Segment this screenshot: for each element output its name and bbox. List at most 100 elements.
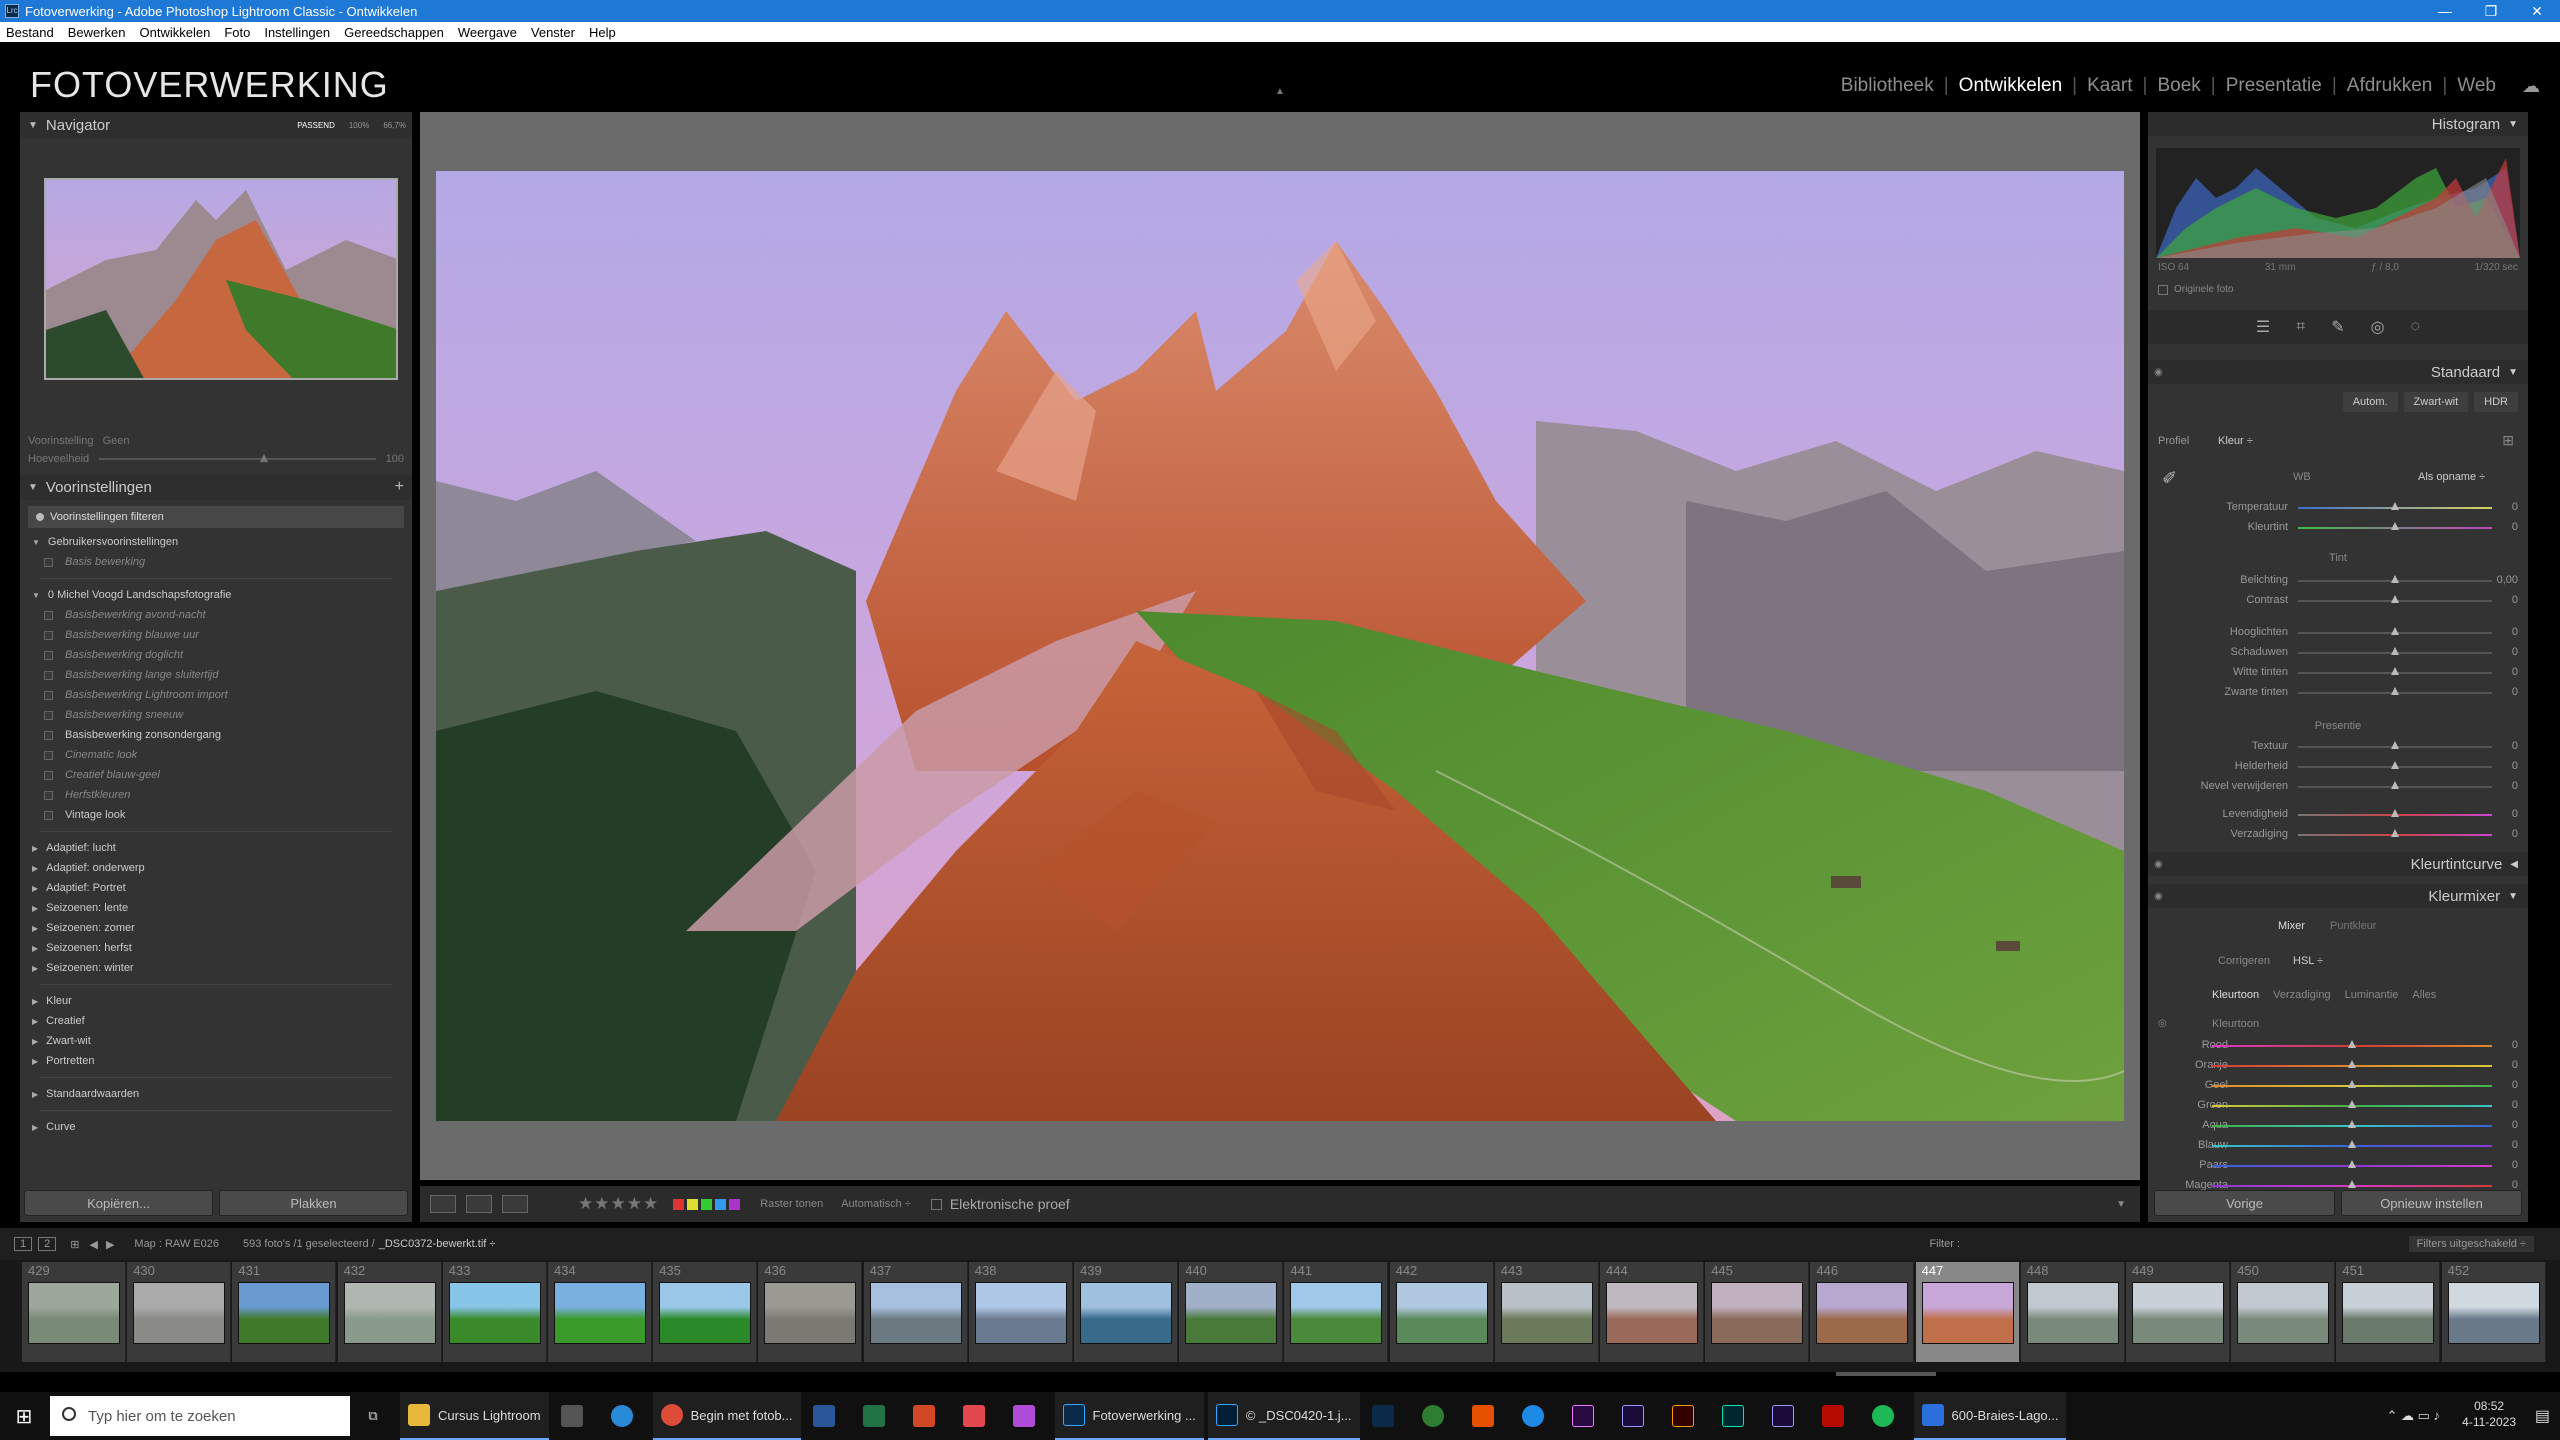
- preset-group[interactable]: ▼ 0 Michel Voogd Landschapsfotografie: [32, 585, 412, 605]
- taskbar-app-spotify[interactable]: [1864, 1392, 1910, 1440]
- taskbar-app-image-viewer[interactable]: 600-Braies-Lago...: [1913, 1392, 2067, 1440]
- preset-item[interactable]: Basisbewerking lange sluitertijd: [32, 665, 412, 685]
- compare-view-button[interactable]: [466, 1195, 492, 1213]
- slider-knob[interactable]: [2348, 1180, 2356, 1188]
- hue-slider-6[interactable]: Blauw0: [2148, 1137, 2528, 1155]
- back-arrow-icon[interactable]: ◀: [89, 1238, 97, 1251]
- soft-proof-checkbox[interactable]: [930, 1198, 942, 1210]
- filmstrip-thumbnail[interactable]: 442: [1389, 1262, 1494, 1362]
- hue-slider-7[interactable]: Paars0: [2148, 1157, 2528, 1175]
- taskbar-app-creative-cloud[interactable]: [955, 1392, 1001, 1440]
- slider-6[interactable]: Schaduwen 0: [2148, 644, 2528, 662]
- expand-triangle-icon[interactable]: ▶: [32, 904, 38, 913]
- menu-venster[interactable]: Venster: [531, 25, 575, 40]
- navigator-preview[interactable]: [44, 178, 398, 380]
- module-ontwikkelen[interactable]: Ontwikkelen: [1959, 75, 2063, 97]
- expand-triangle-icon[interactable]: ▶: [32, 997, 38, 1006]
- wb-dropdown[interactable]: Als opname ÷: [2418, 471, 2485, 483]
- task-view-icon[interactable]: ⧉: [350, 1408, 396, 1424]
- expand-triangle-icon[interactable]: ▶: [32, 1017, 38, 1026]
- presets-header[interactable]: ▼ Voorinstellingen +: [20, 474, 412, 500]
- slider-2[interactable]: Kleurtint 0: [2148, 519, 2528, 537]
- expand-triangle-icon[interactable]: ▶: [32, 864, 38, 873]
- taskbar-app-g[interactable]: [1464, 1392, 1510, 1440]
- preset-item[interactable]: Basisbewerking blauwe uur: [32, 625, 412, 645]
- taskbar-app-lightroom[interactable]: Fotoverwerking ...: [1054, 1392, 1204, 1440]
- histogram-header[interactable]: Histogram ▼: [2148, 112, 2528, 136]
- mixer-tab[interactable]: Mixer: [2278, 920, 2305, 932]
- menu-foto[interactable]: Foto: [224, 25, 250, 40]
- expand-triangle-icon[interactable]: ▶: [32, 944, 38, 953]
- adjust-dropdown[interactable]: HSL ÷: [2293, 955, 2323, 967]
- taskbar-app-excel[interactable]: [855, 1392, 901, 1440]
- main-photo[interactable]: [436, 171, 2124, 1121]
- hue-slider-4[interactable]: Groen0: [2148, 1097, 2528, 1115]
- taskbar-search[interactable]: Typ hier om te zoeken: [50, 1396, 350, 1436]
- preset-group[interactable]: ▶ Kleur: [32, 991, 412, 1011]
- filmstrip-thumbnail[interactable]: 446: [1810, 1262, 1915, 1362]
- monitor-1-button[interactable]: 1: [14, 1237, 33, 1251]
- expand-triangle-icon[interactable]: ▶: [32, 1057, 38, 1066]
- taskbar-app-au[interactable]: [1714, 1392, 1760, 1440]
- slider-4[interactable]: Contrast 0: [2148, 592, 2528, 610]
- filmstrip-thumbnail[interactable]: 451: [2336, 1262, 2441, 1362]
- zoom-custom[interactable]: 66,7%: [383, 121, 406, 130]
- menu-bewerken[interactable]: Bewerken: [68, 25, 126, 40]
- taskbar-app-pr[interactable]: [1564, 1392, 1610, 1440]
- preset-item[interactable]: Vintage look: [32, 805, 412, 825]
- expand-triangle-icon[interactable]: ▶: [32, 1123, 38, 1132]
- preset-group[interactable]: ▶ Seizoenen: herfst: [32, 938, 412, 958]
- taskbar-app-calculator[interactable]: [553, 1392, 599, 1440]
- hue-tab[interactable]: Kleurtoon: [2212, 989, 2259, 1001]
- filmstrip-thumbnail[interactable]: 437: [863, 1262, 968, 1362]
- slider-11[interactable]: Nevel verwijderen 0: [2148, 778, 2528, 796]
- preset-item[interactable]: Basisbewerking sneeuw: [32, 705, 412, 725]
- module-presentatie[interactable]: Presentatie: [2226, 75, 2322, 97]
- tone-curve-header[interactable]: ◉ Kleurtintcurve ◀: [2148, 852, 2528, 876]
- menu-ontwikkelen[interactable]: Ontwikkelen: [140, 25, 211, 40]
- preset-group[interactable]: ▶ Adaptief: lucht: [32, 838, 412, 858]
- color-label-green[interactable]: [701, 1198, 713, 1210]
- filmstrip-thumbnail[interactable]: 438: [968, 1262, 1073, 1362]
- filmstrip-thumbnail[interactable]: 448: [2020, 1262, 2125, 1362]
- slider-5[interactable]: Hooglichten 0: [2148, 624, 2528, 642]
- module-afdrukken[interactable]: Afdrukken: [2347, 75, 2433, 97]
- filmstrip-scrollbar[interactable]: [1836, 1372, 1936, 1376]
- filmstrip-thumbnail[interactable]: 443: [1494, 1262, 1599, 1362]
- forward-arrow-icon[interactable]: ▶: [106, 1238, 114, 1251]
- taskbar-app-me[interactable]: [1764, 1392, 1810, 1440]
- original-photo-toggle[interactable]: Originele foto: [2158, 284, 2233, 295]
- navigator-header[interactable]: ▼ Navigator PASSEND 100% 66,7%: [20, 112, 412, 138]
- expand-triangle-icon[interactable]: ▶: [32, 844, 38, 853]
- profile-browser-icon[interactable]: ⊞: [2502, 432, 2514, 449]
- amount-slider[interactable]: [99, 454, 376, 462]
- taskbar-app-d[interactable]: [1414, 1392, 1460, 1440]
- expand-triangle-icon[interactable]: ◀: [2510, 859, 2518, 870]
- preset-item[interactable]: Basisbewerking avond-nacht: [32, 605, 412, 625]
- slider-8[interactable]: Zwarte tinten 0: [2148, 684, 2528, 702]
- slider-1[interactable]: Temperatuur 0: [2148, 499, 2528, 517]
- preset-item[interactable]: Basis bewerking: [32, 552, 412, 572]
- filmstrip-thumbnail[interactable]: 430: [127, 1262, 232, 1362]
- preset-group[interactable]: ▶ Seizoenen: zomer: [32, 918, 412, 938]
- panel-visibility-icon[interactable]: ◉: [2154, 367, 2163, 378]
- system-tray-icons[interactable]: ⌃ ☁ ▭ ♪: [2386, 1408, 2440, 1424]
- taskbar-app-explorer[interactable]: Cursus Lightroom: [400, 1392, 549, 1440]
- zoom-100[interactable]: 100%: [349, 121, 369, 130]
- slider-knob[interactable]: [2348, 1140, 2356, 1148]
- loupe-view-button[interactable]: [430, 1195, 456, 1213]
- slider-knob[interactable]: [2391, 502, 2399, 510]
- module-bibliotheek[interactable]: Bibliotheek: [1841, 75, 1934, 97]
- source-folder[interactable]: Map : RAW E026: [134, 1238, 219, 1250]
- slider-3[interactable]: Belichting 0,00: [2148, 572, 2528, 590]
- expand-triangle-icon[interactable]: ▶: [32, 1090, 38, 1099]
- collapse-top-icon[interactable]: ▲: [1275, 86, 1285, 97]
- taskbar-app-s[interactable]: [1514, 1392, 1560, 1440]
- preset-group[interactable]: ▶ Adaptief: onderwerp: [32, 858, 412, 878]
- hue-slider-2[interactable]: Oranje0: [2148, 1057, 2528, 1075]
- before-after-button[interactable]: [502, 1195, 528, 1213]
- bw-button[interactable]: Zwart-wit: [2403, 392, 2469, 412]
- preset-item[interactable]: Basisbewerking zonsondergang: [32, 725, 412, 745]
- color-mixer-header[interactable]: ◉ Kleurmixer ▼: [2148, 884, 2528, 908]
- preset-item[interactable]: Cinematic look: [32, 745, 412, 765]
